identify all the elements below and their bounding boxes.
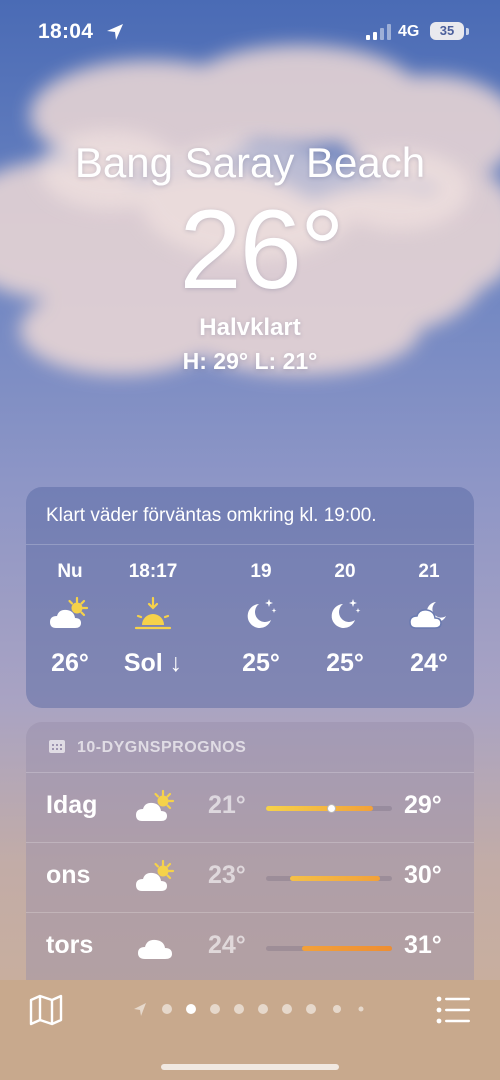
high-low-temperature: H: 29° L: 21° <box>182 348 318 374</box>
weather-condition: Halvklart <box>199 314 301 341</box>
forecast-row[interactable]: ons 23° 30° <box>26 842 474 913</box>
calendar-icon <box>49 740 65 753</box>
current-location-page-icon <box>134 1003 146 1016</box>
cellular-signal-icon <box>366 24 391 40</box>
hour-item: 20 25° <box>300 559 390 681</box>
page-dot <box>234 1004 244 1014</box>
partly-sunny-icon <box>50 596 89 628</box>
forecast-day: tors <box>46 931 94 959</box>
temperature-range-fill <box>290 876 380 881</box>
hour-temperature: 25° <box>326 649 364 677</box>
forecast-high: 30° <box>404 861 442 889</box>
list-icon[interactable] <box>436 994 472 1026</box>
current-temperature: 26° <box>179 187 344 312</box>
hour-temperature: 25° <box>242 649 280 677</box>
hour-temperature: 24° <box>410 649 448 677</box>
hour-label: 18:17 <box>128 561 178 582</box>
page-dot-active <box>186 1004 196 1014</box>
hour-label: 21 <box>418 561 440 582</box>
current-temperature-dot <box>327 804 336 813</box>
page-dot <box>306 1004 316 1014</box>
forecast-low: 21° <box>208 791 246 819</box>
cloud-icon <box>138 939 172 959</box>
hour-label: 19 <box>250 561 272 582</box>
forecast-high: 31° <box>404 931 442 959</box>
hour-item: 19 25° <box>216 559 306 681</box>
location-name: Bang Saray Beach <box>74 139 426 186</box>
temperature-range-fill <box>266 806 373 811</box>
forecast-title: 10-DYGNSPROGNOS <box>76 739 247 756</box>
ten-day-forecast-card[interactable]: 10-DYGNSPROGNOS Idag 21° 29° ons 23° 30°… <box>26 722 474 1002</box>
hour-item: 21 24° <box>384 559 474 681</box>
page-dot <box>358 1006 364 1012</box>
forecast-summary: Klart väder förväntas omkring kl. 19:00. <box>26 487 474 545</box>
moon-stars-icon <box>247 599 277 628</box>
status-bar: 18:04 4G 35 <box>0 0 500 66</box>
temperature-range-bar <box>266 876 392 881</box>
page-dot <box>333 1005 341 1013</box>
temperature-range-fill <box>302 946 392 951</box>
page-dot <box>282 1004 292 1014</box>
cloudy-night-icon <box>409 602 446 629</box>
weather-header: Bang Saray Beach 26° Halvklart H: 29° L:… <box>0 135 500 377</box>
forecast-header: 10-DYGNSPROGNOS <box>48 738 246 757</box>
hour-label: 20 <box>334 561 356 582</box>
hour-value: Sol ↓ <box>123 649 183 677</box>
home-indicator[interactable] <box>161 1064 339 1070</box>
partly-sunny-icon <box>136 859 175 891</box>
page-dot <box>162 1004 172 1014</box>
battery-cap <box>466 28 469 35</box>
forecast-row[interactable]: tors 24° 31° <box>26 912 474 983</box>
partly-sunny-icon <box>136 789 175 821</box>
hour-item: 18:17 Sol ↓ <box>108 559 198 681</box>
network-type: 4G <box>398 23 420 40</box>
temperature-range-bar <box>266 946 392 951</box>
forecast-low: 23° <box>208 861 246 889</box>
hour-item: Nu 26° <box>25 559 115 681</box>
temperature-range-bar <box>266 804 392 813</box>
battery-indicator: 35 <box>430 22 464 40</box>
hour-label: Nu <box>57 561 83 582</box>
status-time: 18:04 <box>38 20 94 43</box>
hour-temperature: 26° <box>51 649 89 677</box>
forecast-high: 29° <box>404 791 442 819</box>
page-indicator[interactable] <box>132 1000 372 1020</box>
forecast-low: 24° <box>208 931 246 959</box>
forecast-row[interactable]: Idag 21° 29° <box>26 772 474 843</box>
map-icon[interactable] <box>28 992 64 1028</box>
sunset-icon <box>134 596 172 630</box>
forecast-day: Idag <box>46 791 98 819</box>
moon-stars-icon <box>331 599 361 628</box>
page-dot <box>210 1004 220 1014</box>
location-arrow-icon <box>107 24 123 40</box>
hourly-forecast-card[interactable]: Klart väder förväntas omkring kl. 19:00.… <box>26 487 474 708</box>
hourly-list[interactable]: Nu 26° 18:17 Sol ↓ 19 25° 20 25° 21 24° <box>26 545 474 705</box>
forecast-day: ons <box>46 861 91 889</box>
page-dot <box>258 1004 268 1014</box>
